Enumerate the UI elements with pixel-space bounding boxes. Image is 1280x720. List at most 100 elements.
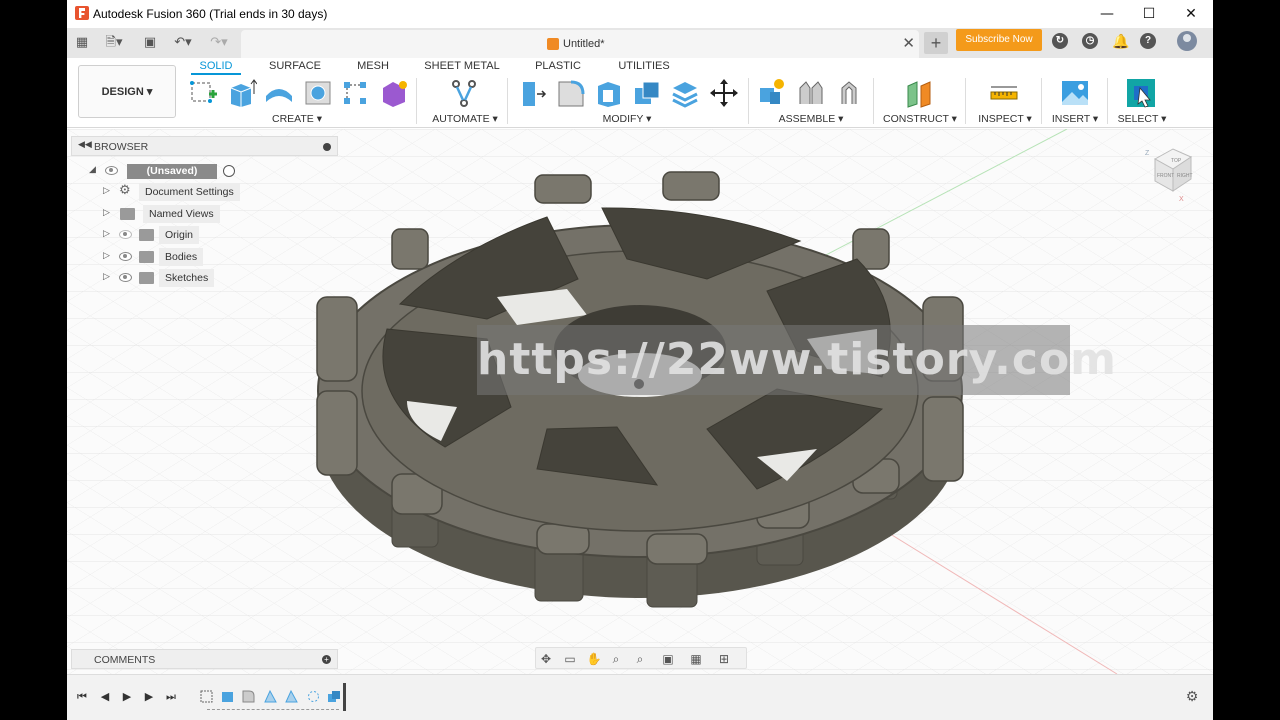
select-menu[interactable]: SELECT ▾: [1113, 113, 1171, 125]
construct-menu[interactable]: CONSTRUCT ▾: [882, 113, 958, 125]
step-back-icon[interactable]: ◀: [98, 690, 112, 704]
visibility-eye-icon[interactable]: [119, 252, 132, 261]
expand-arrow-icon[interactable]: ▷: [103, 208, 110, 218]
new-tab-button[interactable]: +: [924, 32, 948, 54]
rectangular-pattern-icon[interactable]: [340, 78, 370, 108]
tab-mesh[interactable]: MESH: [351, 59, 395, 75]
job-status-icon[interactable]: ◷: [1082, 33, 1098, 49]
tree-root[interactable]: ◢ (Unsaved): [89, 162, 239, 180]
fillet-icon[interactable]: [555, 78, 585, 108]
timeline-pattern-icon[interactable]: [306, 689, 321, 704]
assemble-menu[interactable]: ASSEMBLE ▾: [775, 113, 847, 125]
new-component-icon[interactable]: [757, 78, 787, 108]
move-copy-icon[interactable]: [709, 78, 739, 108]
joint-icon[interactable]: [796, 78, 826, 108]
document-tab[interactable]: Untitled* ✕: [241, 30, 919, 58]
offset-face-icon[interactable]: [670, 78, 700, 108]
subscribe-button[interactable]: Subscribe Now: [956, 29, 1042, 51]
comments-panel[interactable]: COMMENTS +: [71, 649, 338, 669]
tab-solid[interactable]: SOLID: [191, 59, 241, 75]
display-settings-icon[interactable]: ▣: [660, 651, 676, 667]
expand-arrow-icon[interactable]: ▷: [103, 251, 110, 261]
zoom-icon[interactable]: ⌕: [608, 651, 624, 667]
grid-settings-icon[interactable]: ▦: [688, 651, 704, 667]
automate-menu[interactable]: AUTOMATE ▾: [427, 113, 503, 125]
separator: [507, 78, 508, 124]
tree-item-named-views[interactable]: ▷ Named Views: [103, 205, 243, 223]
insert-image-icon[interactable]: [1060, 78, 1090, 108]
tab-utilities[interactable]: UTILITIES: [615, 59, 673, 75]
visibility-eye-icon[interactable]: [105, 166, 118, 175]
tab-sheet-metal[interactable]: SHEET METAL: [421, 59, 503, 75]
modify-menu[interactable]: MODIFY ▾: [597, 113, 657, 125]
tab-surface[interactable]: SURFACE: [267, 59, 323, 75]
help-icon[interactable]: ?: [1140, 33, 1156, 49]
collapse-browser-icon[interactable]: ◀◀: [78, 140, 92, 150]
timeline-combine-icon[interactable]: [327, 689, 342, 704]
collapse-arrow-icon[interactable]: ◢: [89, 165, 96, 175]
viewports-icon[interactable]: ⊞: [716, 651, 732, 667]
timeline-draft-icon[interactable]: [263, 689, 278, 704]
revolve-icon[interactable]: [264, 78, 294, 108]
create-form-icon[interactable]: [379, 78, 409, 108]
tree-item-sketches[interactable]: ▷ Sketches: [103, 269, 243, 287]
activate-radio-icon[interactable]: [223, 165, 235, 177]
tree-item-bodies[interactable]: ▷ Bodies: [103, 248, 243, 266]
save-icon[interactable]: ▣: [141, 33, 159, 53]
file-menu-icon[interactable]: 🗎▾: [101, 33, 127, 53]
create-sketch-icon[interactable]: [189, 78, 219, 108]
folder-icon: [139, 251, 154, 263]
expand-arrow-icon[interactable]: ▷: [103, 186, 110, 196]
undo-icon[interactable]: ↶▾: [169, 33, 197, 53]
insert-menu[interactable]: INSERT ▾: [1047, 113, 1103, 125]
tree-item-origin[interactable]: ▷ Origin: [103, 226, 243, 244]
expand-arrow-icon[interactable]: ▷: [103, 229, 110, 239]
select-icon[interactable]: [1126, 78, 1156, 108]
maximize-button[interactable]: ☐: [1127, 0, 1171, 28]
timeline-sketch-icon[interactable]: [199, 689, 214, 704]
tab-plastic[interactable]: PLASTIC: [533, 59, 583, 75]
automate-icon[interactable]: [449, 78, 479, 108]
step-forward-icon[interactable]: ▶: [142, 690, 156, 704]
measure-icon[interactable]: [989, 78, 1019, 108]
separator: [416, 78, 417, 124]
inspect-menu[interactable]: INSPECT ▾: [974, 113, 1036, 125]
look-at-icon[interactable]: ▭: [562, 651, 578, 667]
hidden-eye-icon[interactable]: [119, 230, 132, 239]
extrude-icon[interactable]: [227, 78, 257, 108]
redo-icon[interactable]: ↷▾: [205, 33, 233, 53]
grid-menu-icon[interactable]: ▦: [73, 33, 91, 53]
combine-icon[interactable]: [632, 78, 662, 108]
timeline-fillet-icon[interactable]: [241, 689, 256, 704]
timeline-extrude-icon[interactable]: [220, 689, 235, 704]
shell-icon[interactable]: [594, 78, 624, 108]
go-to-start-icon[interactable]: ⏮: [75, 690, 89, 704]
close-window-button[interactable]: ✕: [1169, 0, 1213, 28]
minimize-button[interactable]: —: [1085, 0, 1129, 28]
play-icon[interactable]: ▶: [120, 690, 134, 704]
extensions-icon[interactable]: ↻: [1052, 33, 1068, 49]
visibility-eye-icon[interactable]: [119, 273, 132, 282]
timeline-settings-icon[interactable]: ⚙: [1185, 690, 1199, 704]
offset-plane-icon[interactable]: [905, 78, 935, 108]
press-pull-icon[interactable]: [517, 78, 547, 108]
user-avatar[interactable]: [1177, 31, 1197, 51]
view-cube[interactable]: TOP FRONT RIGHT Z X: [1143, 143, 1203, 207]
close-tab-icon[interactable]: ✕: [902, 34, 915, 52]
browser-panel-header[interactable]: ◀◀ BROWSER: [71, 136, 338, 156]
fit-icon[interactable]: ⌕: [632, 651, 648, 667]
create-menu[interactable]: CREATE ▾: [265, 113, 329, 125]
tree-item-document-settings[interactable]: ▷ ⚙ Document Settings: [103, 183, 243, 201]
workspace-switcher[interactable]: DESIGN ▾: [78, 65, 176, 118]
expand-arrow-icon[interactable]: ▷: [103, 272, 110, 282]
pan-icon[interactable]: ✋: [586, 651, 602, 667]
timeline-marker[interactable]: [343, 683, 346, 711]
add-comment-icon[interactable]: +: [322, 655, 331, 664]
notifications-icon[interactable]: 🔔: [1112, 33, 1129, 49]
as-built-joint-icon[interactable]: [834, 78, 864, 108]
timeline-draft-icon[interactable]: [284, 689, 299, 704]
go-to-end-icon[interactable]: ⏭: [164, 690, 178, 704]
orbit-icon[interactable]: ✥: [538, 651, 554, 667]
minimize-panel-icon[interactable]: [323, 143, 331, 151]
hole-icon[interactable]: [303, 78, 333, 108]
